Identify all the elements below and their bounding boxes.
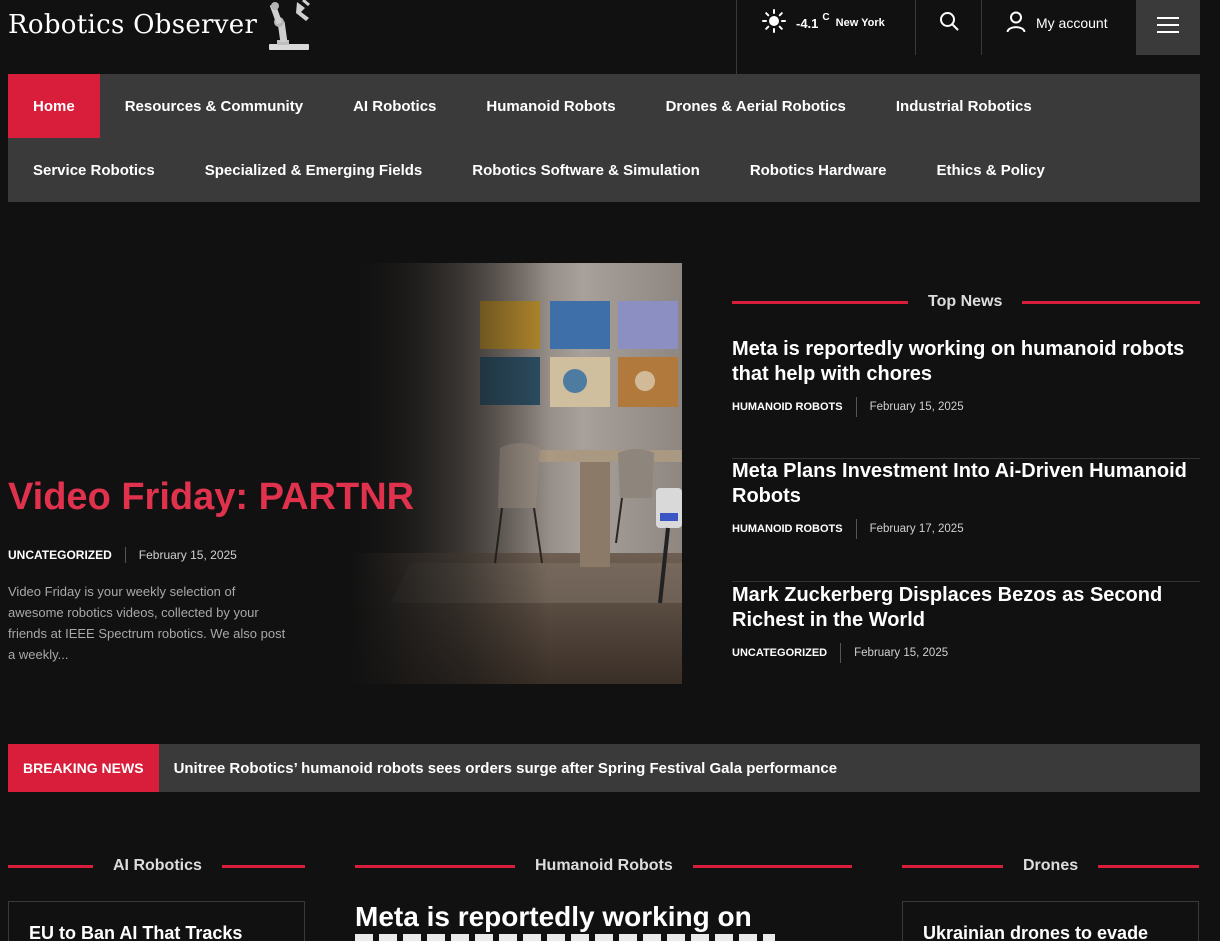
humanoid-featured-title-overflow [355, 932, 855, 941]
heading-line [355, 864, 515, 868]
weather-unit: C [822, 11, 830, 23]
hero-category[interactable]: UNCATEGORIZED [8, 548, 112, 562]
menu-button[interactable] [1136, 0, 1200, 55]
heading-line [732, 300, 908, 304]
meta-separator [855, 519, 857, 539]
weather-temp: -4.1 [796, 15, 819, 31]
nav-item-ai-robotics[interactable]: AI Robotics [328, 74, 461, 138]
user-icon [1006, 11, 1026, 36]
list-item: Mark Zuckerberg Displaces Bezos as Secon… [732, 582, 1200, 705]
section-title: AI Robotics [113, 857, 202, 874]
heading-line [221, 864, 305, 868]
my-account-label: My account [1036, 15, 1108, 31]
drones-card: Ukrainian drones to evade [902, 901, 1199, 941]
card-title[interactable]: EU to Ban AI That Tracks [9, 902, 304, 941]
nav-item-specialized-emerging-fields[interactable]: Specialized & Emerging Fields [180, 138, 448, 202]
nav-row-2: Service Robotics Specialized & Emerging … [8, 138, 1200, 202]
card-title[interactable]: Ukrainian drones to evade [903, 902, 1198, 941]
section-title: Drones [1023, 857, 1079, 874]
robot-arm-icon [263, 0, 315, 57]
top-bar: -4.1 C New York My account [736, 0, 1200, 74]
hero-excerpt: Video Friday is your weekly selection of… [8, 584, 286, 662]
search-button[interactable] [916, 0, 982, 46]
sun-icon [762, 8, 786, 38]
hero-title[interactable]: Video Friday: PARTNR [8, 476, 414, 519]
breaking-news-headline[interactable]: Unitree Robotics’ humanoid robots sees o… [174, 760, 838, 777]
heading-line [1098, 864, 1199, 868]
nav-item-industrial-robotics[interactable]: Industrial Robotics [871, 74, 1057, 138]
nav-row-1: Home Resources & Community AI Robotics H… [8, 74, 1200, 138]
news-title[interactable]: Mark Zuckerberg Displaces Bezos as Secon… [732, 582, 1200, 633]
news-category[interactable]: HUMANOID ROBOTS [732, 401, 843, 413]
main-nav: Home Resources & Community AI Robotics H… [8, 74, 1200, 202]
heading-line [1022, 300, 1200, 304]
site-name: Robotics Observer [8, 10, 258, 40]
list-item: Meta Plans Investment Into Ai-Driven Hum… [732, 459, 1200, 582]
nav-item-home[interactable]: Home [8, 74, 100, 138]
news-meta: HUMANOID ROBOTS February 15, 2025 [732, 397, 1200, 417]
heading-line [902, 864, 1003, 868]
ai-robotics-card: EU to Ban AI That Tracks [8, 901, 305, 941]
weather-city: New York [835, 17, 885, 29]
news-date: February 15, 2025 [854, 647, 949, 659]
section-title: Humanoid Robots [535, 857, 673, 874]
divider [736, 0, 737, 74]
news-category[interactable]: HUMANOID ROBOTS [732, 523, 843, 535]
weather-widget: -4.1 C New York [762, 8, 885, 38]
divider [981, 0, 982, 55]
ai-robotics-heading: AI Robotics [8, 857, 305, 875]
nav-item-humanoid-robots[interactable]: Humanoid Robots [461, 74, 640, 138]
heading-line [692, 864, 852, 868]
nav-item-drones-aerial-robotics[interactable]: Drones & Aerial Robotics [641, 74, 871, 138]
breaking-news-bar: BREAKING NEWS Unitree Robotics’ humanoid… [8, 744, 1200, 792]
search-icon [939, 11, 959, 36]
top-news-heading: Top News [732, 293, 1200, 311]
news-category[interactable]: UNCATEGORIZED [732, 647, 827, 659]
humanoid-robots-heading: Humanoid Robots [355, 857, 852, 875]
news-title[interactable]: Meta Plans Investment Into Ai-Driven Hum… [732, 459, 1200, 509]
list-item: Meta is reportedly working on humanoid r… [732, 336, 1200, 459]
humanoid-featured-title[interactable]: Meta is reportedly working on [355, 900, 855, 934]
meta-separator [840, 643, 842, 663]
site-logo[interactable]: Robotics Observer [8, 0, 315, 52]
breaking-news-label: BREAKING NEWS [8, 744, 159, 792]
news-date: February 15, 2025 [869, 401, 964, 413]
nav-item-service-robotics[interactable]: Service Robotics [8, 138, 180, 202]
nav-item-resources-community[interactable]: Resources & Community [100, 74, 328, 138]
top-news-list: Meta is reportedly working on humanoid r… [732, 336, 1200, 705]
nav-item-robotics-software-simulation[interactable]: Robotics Software & Simulation [447, 138, 725, 202]
my-account-link[interactable]: My account [1006, 10, 1108, 36]
drones-heading: Drones [902, 857, 1199, 875]
news-date: February 17, 2025 [869, 523, 964, 535]
nav-item-robotics-hardware[interactable]: Robotics Hardware [725, 138, 912, 202]
news-title[interactable]: Meta is reportedly working on humanoid r… [732, 336, 1200, 387]
heading-line [8, 864, 93, 868]
hamburger-menu-icon [1157, 17, 1179, 38]
news-meta: HUMANOID ROBOTS February 17, 2025 [732, 519, 1200, 539]
nav-item-ethics-policy[interactable]: Ethics & Policy [912, 138, 1070, 202]
hero-date: February 15, 2025 [138, 548, 237, 562]
hero-meta: UNCATEGORIZED February 15, 2025 [8, 547, 237, 563]
top-news-title: Top News [928, 293, 1003, 310]
meta-separator [855, 397, 857, 417]
meta-separator [124, 547, 126, 563]
hero-image[interactable] [350, 263, 682, 684]
news-meta: UNCATEGORIZED February 15, 2025 [732, 643, 1200, 663]
